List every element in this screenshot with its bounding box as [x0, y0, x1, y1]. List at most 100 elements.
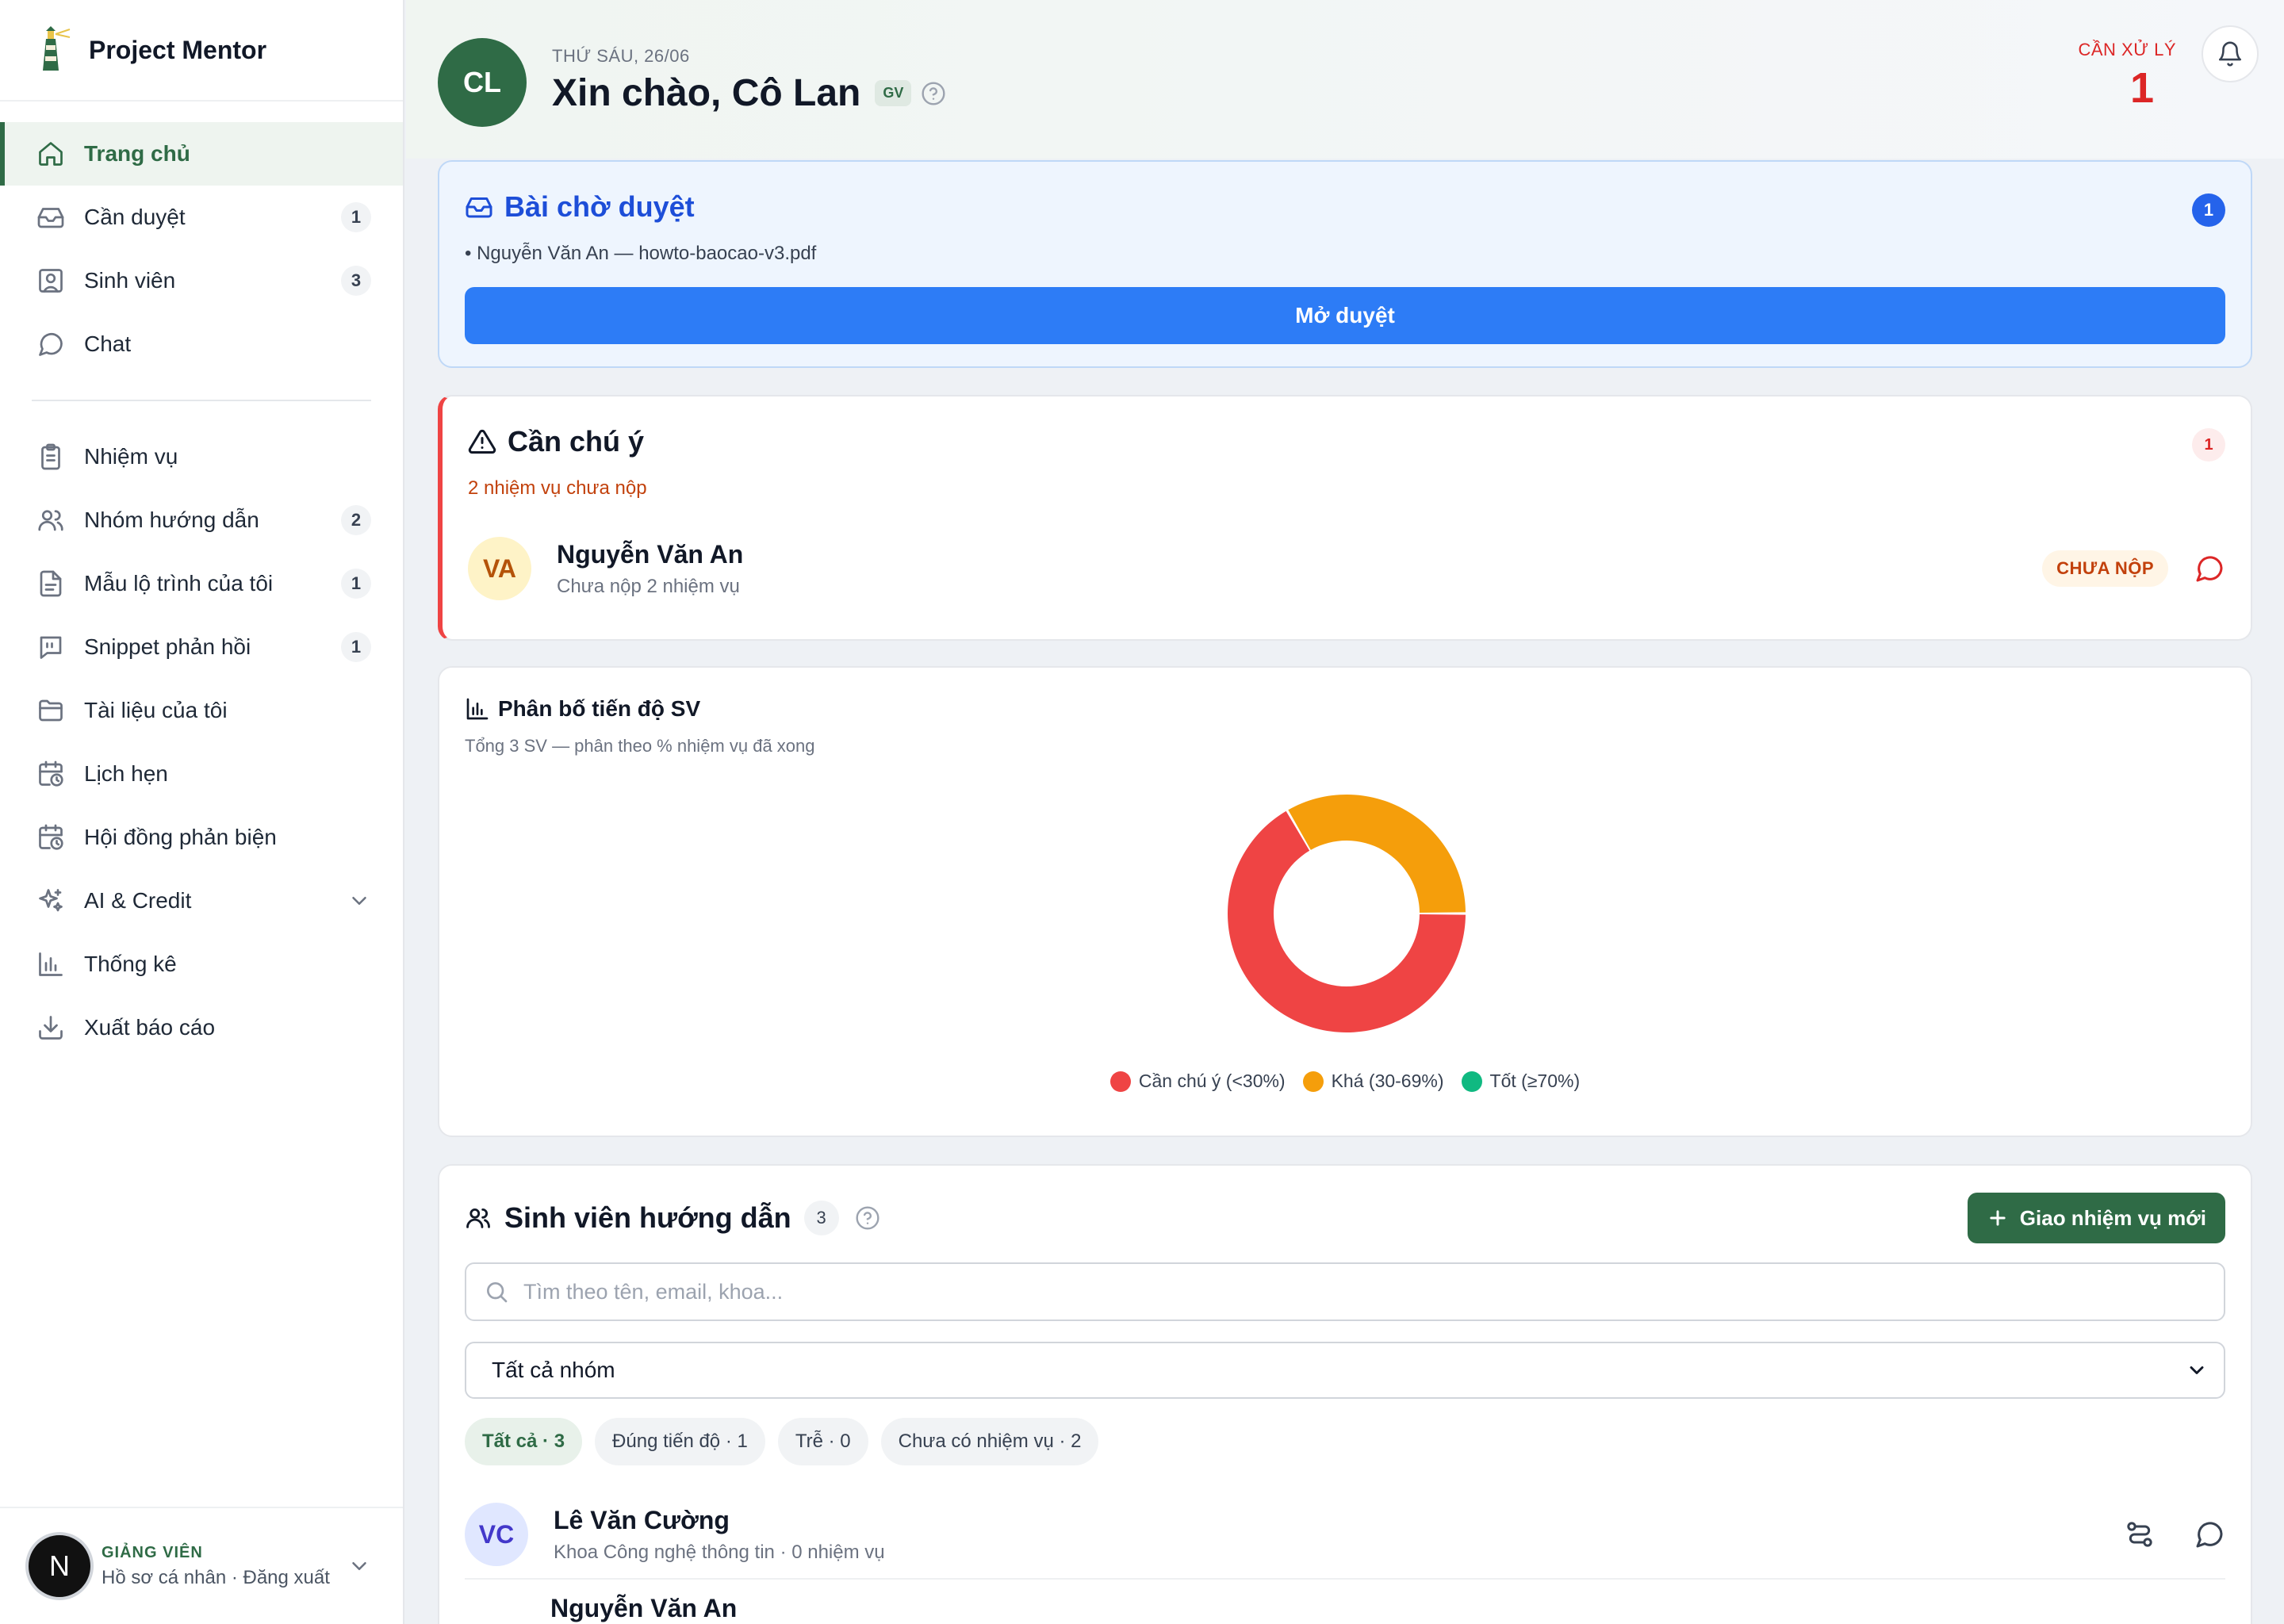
filter-all[interactable]: Tất cả · 3 — [465, 1418, 583, 1465]
profile-role: GIẢNG VIÊN — [102, 1543, 203, 1561]
button-label: Giao nhiệm vụ mới — [2019, 1205, 2206, 1230]
home-icon — [36, 140, 65, 168]
sidebar-item-appointments[interactable]: Lịch hẹn — [0, 742, 403, 806]
sidebar-item-label: Xuất báo cáo — [84, 1015, 216, 1040]
table-row[interactable]: VC Lê Văn Cường Khoa Công nghệ thông tin… — [465, 1491, 2225, 1580]
count-badge: 1 — [2192, 428, 2225, 462]
avatar: VA — [468, 537, 531, 600]
count-badge: 1 — [2192, 193, 2225, 227]
clipboard-icon — [36, 442, 65, 471]
group-select[interactable]: Tất cả nhóm — [465, 1342, 2225, 1399]
sidebar: Project Mentor Trang chủ Cần duyệt 1 Sin… — [0, 0, 404, 1624]
notifications-button[interactable] — [2202, 25, 2259, 82]
sidebar-item-review-board[interactable]: Hội đồng phản biện — [0, 806, 403, 869]
chevron-down-icon[interactable] — [347, 889, 371, 913]
sidebar-item-label: Lịch hẹn — [84, 761, 168, 786]
sidebar-item-label: Nhóm hướng dẫn — [84, 508, 259, 532]
profile-links[interactable]: Hồ sơ cá nhân · Đăng xuất — [102, 1567, 347, 1589]
pending-review-card: Bài chờ duyệt 1 • Nguyễn Văn An — howto-… — [438, 160, 2252, 368]
sidebar-item-home[interactable]: Trang chủ — [0, 122, 403, 186]
sidebar-item-review[interactable]: Cần duyệt 1 — [0, 186, 403, 249]
pending-submission[interactable]: • Nguyễn Văn An — howto-baocao-v3.pdf — [465, 243, 816, 265]
avatar: VC — [465, 1503, 528, 1566]
count-badge: 2 — [341, 505, 371, 535]
sidebar-item-tasks[interactable]: Nhiệm vụ — [0, 425, 403, 488]
filter-chips: Tất cả · 3 Đúng tiến độ · 1 Trễ · 0 Chưa… — [465, 1418, 1099, 1465]
sidebar-item-label: Snippet phản hồi — [84, 634, 251, 659]
search-field[interactable] — [465, 1262, 2225, 1321]
chart-subtitle: Tổng 3 SV — phân theo % nhiệm vụ đã xong — [465, 736, 815, 756]
sidebar-item-label: Hội đồng phản biện — [84, 825, 277, 849]
help-icon[interactable] — [855, 1205, 880, 1231]
sidebar-item-chat[interactable]: Chat — [0, 312, 403, 376]
bar-chart-icon — [36, 950, 65, 979]
sidebar-item-label: Chat — [84, 331, 132, 356]
donut-slice[interactable] — [1288, 795, 1466, 914]
sidebar-item-label: Tài liệu của tôi — [84, 698, 228, 722]
card-title: Cần chú ý — [508, 425, 645, 458]
nav-divider — [32, 400, 371, 401]
chart-title: Phân bố tiến độ SV — [498, 696, 701, 721]
student-status-desc: Chưa nộp 2 nhiệm vụ — [557, 575, 740, 597]
help-icon[interactable] — [921, 81, 946, 106]
pending-counter: CẦN XỬ LÝ 1 — [2078, 40, 2176, 113]
search-input[interactable] — [523, 1279, 2224, 1304]
count-badge: 1 — [341, 632, 371, 662]
sidebar-item-documents[interactable]: Tài liệu của tôi — [0, 679, 403, 742]
users-icon — [36, 506, 65, 534]
sidebar-item-statistics[interactable]: Thống kê — [0, 933, 403, 996]
sidebar-item-snippets[interactable]: Snippet phản hồi 1 — [0, 615, 403, 679]
student-name[interactable]: Nguyễn Văn An — [550, 1594, 737, 1623]
role-badge: GV — [875, 80, 912, 106]
sidebar-item-ai-credit[interactable]: AI & Credit — [0, 869, 403, 933]
legend-swatch — [1461, 1071, 1482, 1092]
sidebar-item-label: Mẫu lộ trình của tôi — [84, 571, 274, 596]
chat-icon[interactable] — [2194, 553, 2225, 584]
calendar-clock-icon — [36, 823, 65, 852]
attention-card: Cần chú ý 1 2 nhiệm vụ chưa nộp VA Nguyễ… — [438, 395, 2252, 641]
current-date: THỨ SÁU, 26/06 — [552, 46, 690, 66]
roadmap-icon[interactable] — [2124, 1519, 2156, 1550]
plus-icon — [1990, 1210, 2006, 1226]
group-select-value: Tất cả nhóm — [492, 1358, 615, 1382]
new-task-button[interactable]: Giao nhiệm vụ mới — [1967, 1193, 2225, 1243]
sidebar-item-roadmap-templates[interactable]: Mẫu lộ trình của tôi 1 — [0, 552, 403, 615]
main-content: CL THỨ SÁU, 26/06 Xin chào, Cô Lan GV CẦ… — [406, 0, 2284, 1624]
status-badge: CHƯA NỘP — [2042, 550, 2168, 587]
sparkles-icon — [36, 887, 65, 915]
sidebar-item-label: Sinh viên — [84, 268, 176, 293]
chevron-down-icon — [2190, 1366, 2204, 1374]
sidebar-nav: Trang chủ Cần duyệt 1 Sinh viên 3 Chat N… — [0, 102, 403, 1059]
open-review-button[interactable]: Mở duyệt — [465, 287, 2225, 344]
filter-no-task[interactable]: Chưa có nhiệm vụ · 2 — [880, 1418, 1099, 1465]
sidebar-item-export[interactable]: Xuất báo cáo — [0, 996, 403, 1059]
card-title: Bài chờ duyệt — [504, 190, 695, 223]
count-badge: 1 — [341, 569, 371, 599]
search-icon — [487, 1282, 508, 1303]
legend-item: Khá (30-69%) — [1302, 1071, 1444, 1092]
legend-label: Khá (30-69%) — [1331, 1071, 1444, 1091]
legend-item: Cần chú ý (<30%) — [1109, 1071, 1286, 1092]
chat-icon — [36, 330, 65, 358]
chat-icon[interactable] — [2194, 1519, 2225, 1550]
inbox-icon — [466, 197, 492, 218]
sidebar-item-label: Nhiệm vụ — [84, 444, 178, 469]
sidebar-item-groups[interactable]: Nhóm hướng dẫn 2 — [0, 488, 403, 552]
sidebar-item-label: Trang chủ — [84, 141, 190, 166]
sidebar-item-students[interactable]: Sinh viên 3 — [0, 249, 403, 312]
folder-icon — [36, 696, 65, 725]
calendar-clock-icon — [36, 760, 65, 788]
bar-chart-icon — [466, 698, 489, 720]
filter-late[interactable]: Trễ · 0 — [777, 1418, 868, 1465]
list-item[interactable]: VA Nguyễn Văn An Chưa nộp 2 nhiệm vụ CHƯ… — [468, 533, 2225, 604]
sidebar-item-label: AI & Credit — [84, 888, 192, 913]
card-title: Sinh viên hướng dẫn — [504, 1201, 791, 1234]
brand[interactable]: Project Mentor — [0, 0, 403, 102]
chart-legend: Cần chú ý (<30%) Khá (30-69%) Tốt (≥70%) — [439, 1071, 2251, 1092]
legend-label: Tốt (≥70%) — [1489, 1071, 1581, 1091]
chevron-down-icon[interactable] — [347, 1554, 371, 1578]
filter-on-track[interactable]: Đúng tiến độ · 1 — [595, 1418, 765, 1465]
profile-menu[interactable]: N GIẢNG VIÊN Hồ sơ cá nhân · Đăng xuất — [0, 1507, 403, 1624]
legend-swatch — [1302, 1071, 1324, 1092]
page-header: CL THỨ SÁU, 26/06 Xin chào, Cô Lan GV CẦ… — [406, 0, 2284, 159]
